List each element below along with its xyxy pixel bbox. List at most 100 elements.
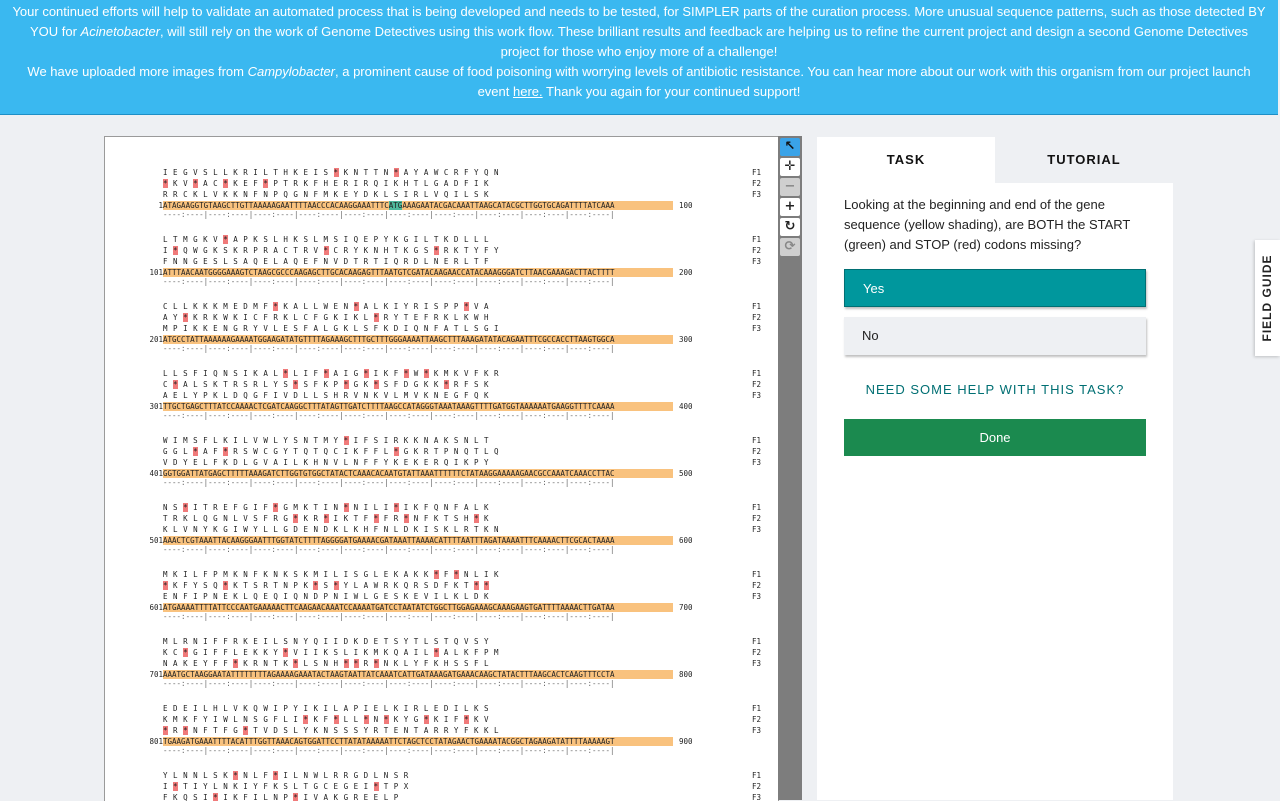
stop-codon-mark: * bbox=[373, 380, 379, 389]
banner-text: We have uploaded more images from bbox=[27, 64, 248, 79]
dna-sequence: TGAAGATGAAATTTTACATTTGGTTAAACAGTGGATTCCT… bbox=[163, 737, 673, 746]
position-ruler: ----:----|----:----|----:----|----:----|… bbox=[141, 679, 761, 692]
frame-row-f1: E D E I L H L V K Q W I P Y I K I L A P … bbox=[141, 704, 761, 715]
reset-icon[interactable]: ⟳ bbox=[780, 238, 800, 256]
frame-label: F2 bbox=[751, 648, 761, 657]
frame-row-f3: N A K E Y F F * K R N T K * L S N H * * … bbox=[141, 659, 761, 670]
stop-codon-mark: * bbox=[343, 659, 349, 668]
banner-organism-name: Acinetobacter bbox=[80, 24, 161, 39]
sequence-end-index: 400 bbox=[679, 402, 693, 411]
frame-row-f3: R R C K L V K K N F N P Q G N F M K E Y … bbox=[141, 190, 761, 201]
banner-paragraph-1: Your continued efforts will help to vali… bbox=[0, 0, 1278, 62]
sequence-end-index: 600 bbox=[679, 536, 693, 545]
stop-codon-mark: * bbox=[463, 715, 469, 724]
frame-label: F3 bbox=[751, 391, 761, 400]
dna-sequence: ATTTAACAATGGGGAAAGTCTAAGCGCCCAAGAGCTTGCA… bbox=[163, 268, 673, 277]
amino-acid-translation: G G L * A F * R S W C G Y T Q T Q C I K … bbox=[163, 447, 500, 456]
tab-task[interactable]: TASK bbox=[817, 137, 995, 183]
position-ruler: ----:----|----:----|----:----|----:----|… bbox=[141, 612, 761, 625]
field-guide-label: FIELD GUIDE bbox=[1260, 254, 1274, 342]
frame-row-f3: K L V N Y K G I W Y L L G D E N D K L K … bbox=[141, 525, 761, 536]
sequence-start-index: 801 bbox=[149, 737, 163, 746]
stop-codon-mark: * bbox=[283, 648, 289, 657]
panel-tabs: TASK TUTORIAL bbox=[817, 137, 1173, 183]
sequence-start-index: 201 bbox=[149, 335, 163, 344]
stop-codon-mark: * bbox=[273, 503, 279, 512]
stop-codon-mark: * bbox=[433, 648, 439, 657]
plus-icon[interactable]: + bbox=[780, 198, 800, 216]
banner-organism-name: Campylobacter bbox=[247, 64, 336, 79]
ruler-ticks: ----:----|----:----|----:----|----:----|… bbox=[163, 478, 615, 487]
stop-codon-mark: * bbox=[373, 782, 379, 791]
frame-row-f1: I E G V S L L K R I L T H K E I S * K N … bbox=[141, 168, 761, 179]
frame-row-f1: W I M S F L K I L V W L Y S N T M Y * I … bbox=[141, 436, 761, 447]
frame-label: F3 bbox=[751, 324, 761, 333]
stop-codon-mark: * bbox=[163, 726, 169, 735]
position-ruler: ----:----|----:----|----:----|----:----|… bbox=[141, 478, 761, 491]
position-ruler: ----:----|----:----|----:----|----:----|… bbox=[141, 746, 761, 759]
stop-codon-mark: * bbox=[423, 369, 429, 378]
frame-row-f3: M P I K K E N G R Y V L E S F A L G K L … bbox=[141, 324, 761, 335]
dna-sequence: ATAGAAGGTGTAAGCTTGTTAAAAAGAATTTTAACCCACA… bbox=[163, 201, 673, 210]
stop-codon-mark: * bbox=[183, 648, 189, 657]
stop-codon-mark: * bbox=[223, 447, 229, 456]
stop-codon-mark: * bbox=[323, 514, 329, 523]
stop-codon-mark: * bbox=[484, 581, 490, 590]
amino-acid-translation: A E L Y P K L D Q G F I V D L L S H R V … bbox=[163, 391, 490, 400]
help-link[interactable]: NEED SOME HELP WITH THIS TASK? bbox=[817, 382, 1173, 397]
stop-codon-mark: * bbox=[303, 715, 309, 724]
frame-row-f3: E N F I P N E K L Q E Q I Q N D P N I W … bbox=[141, 592, 761, 603]
amino-acid-translation: L T M G K V * A P K S L H K S L M S I Q … bbox=[163, 235, 490, 244]
sequence-end-index: 900 bbox=[679, 737, 693, 746]
stop-codon-mark: * bbox=[223, 235, 229, 244]
frame-row-f2: * K V * A C * K E F * P T R K F H E R I … bbox=[141, 179, 761, 190]
stop-codon-mark: * bbox=[373, 313, 379, 322]
ruler-ticks: ----:----|----:----|----:----|----:----|… bbox=[163, 679, 615, 688]
frame-label: F2 bbox=[751, 715, 761, 724]
amino-acid-translation: K L V N Y K G I W Y L L G D E N D K L K … bbox=[163, 525, 500, 534]
amino-acid-translation: M L R N I F F R K E I L S N Y Q I I D K … bbox=[163, 637, 490, 646]
frame-label: F3 bbox=[751, 257, 761, 266]
sequence-block: W I M S F L K I L V W L Y S N T M Y * I … bbox=[141, 436, 761, 491]
stop-codon-mark: * bbox=[383, 715, 389, 724]
move-arrows-icon[interactable]: ✛ bbox=[780, 158, 800, 176]
launch-event-link[interactable]: here. bbox=[513, 84, 543, 99]
stop-codon-mark: * bbox=[343, 436, 349, 445]
minus-icon[interactable]: − bbox=[780, 178, 800, 196]
sequence-end-index: 300 bbox=[679, 335, 693, 344]
dna-sequence: TTGCTGAGCTTTATCCAAAACTCGATCAAGGCTTTATAGT… bbox=[163, 402, 673, 411]
frame-label: F2 bbox=[751, 246, 761, 255]
sequence-end-index: 200 bbox=[679, 268, 693, 277]
stop-codon-mark: * bbox=[233, 659, 239, 668]
amino-acid-translation: N S * I T R E F G I F * G M K T I N * N … bbox=[163, 503, 490, 512]
frame-row-f2: C * A L S K T R S R L Y S * S F K P * G … bbox=[141, 380, 761, 391]
tab-tutorial[interactable]: TUTORIAL bbox=[995, 137, 1173, 183]
cursor-arrow-icon[interactable]: ↖ bbox=[780, 138, 800, 156]
ruler-ticks: ----:----|----:----|----:----|----:----|… bbox=[163, 612, 615, 621]
frame-row-f2: I * Q W G K S K R P R A C T R V * C R Y … bbox=[141, 246, 761, 257]
frame-label: F2 bbox=[751, 581, 761, 590]
stop-codon-mark: * bbox=[403, 514, 409, 523]
frame-row-f1: N S * I T R E F G I F * G M K T I N * N … bbox=[141, 503, 761, 514]
stop-codon-mark: * bbox=[173, 246, 179, 255]
sequence-image-viewer[interactable]: I E G V S L L K R I L T H K E I S * K N … bbox=[104, 136, 779, 801]
frame-row-f1: C L L K K K M E D M F * K A L L W E N * … bbox=[141, 302, 761, 313]
sequence-end-index: 800 bbox=[679, 670, 693, 679]
answer-no-button[interactable]: No bbox=[844, 317, 1146, 355]
sequence-end-index: 100 bbox=[679, 201, 693, 210]
sequence-start-index: 601 bbox=[149, 603, 163, 612]
done-button[interactable]: Done bbox=[844, 419, 1146, 456]
stop-codon-mark: * bbox=[183, 726, 189, 735]
rotate-icon[interactable]: ↻ bbox=[780, 218, 800, 236]
field-guide-tab[interactable]: FIELD GUIDE bbox=[1255, 240, 1280, 356]
ruler-ticks: ----:----|----:----|----:----|----:----|… bbox=[163, 746, 615, 755]
answer-yes-button[interactable]: Yes bbox=[844, 269, 1146, 307]
amino-acid-translation: V D Y E L F K D L G V A I L K H N V L N … bbox=[163, 458, 490, 467]
stop-codon-mark: * bbox=[263, 179, 269, 188]
stop-codon-mark: * bbox=[323, 369, 329, 378]
stop-codon-mark: * bbox=[363, 715, 369, 724]
frame-label: F1 bbox=[751, 369, 761, 378]
frame-label: F2 bbox=[751, 782, 761, 791]
dna-sequence: ATGCCTATTAAAAAAGAAAATGGAAGATATGTTTTAGAAA… bbox=[163, 335, 673, 344]
stop-codon-mark: * bbox=[393, 447, 399, 456]
